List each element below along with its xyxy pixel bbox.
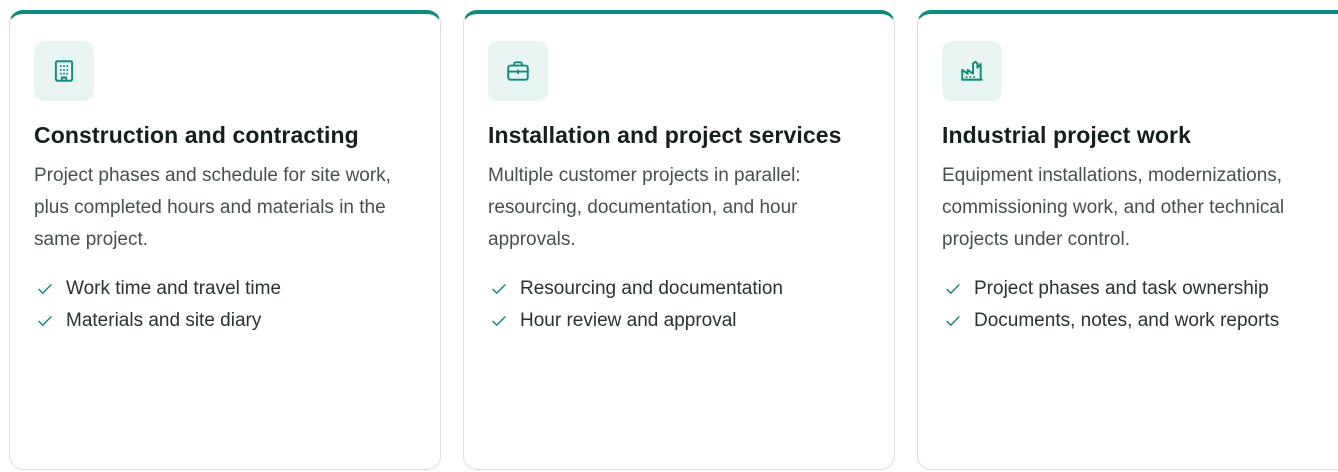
- building-icon: [34, 41, 94, 101]
- feature-list: Project phases and task ownership Docume…: [942, 276, 1332, 334]
- card-title: Construction and contracting: [34, 122, 359, 148]
- feature-text: Project phases and task ownership: [974, 278, 1269, 299]
- feature-text: Work time and travel time: [66, 278, 282, 299]
- feature-item: Work time and travel time: [34, 276, 416, 302]
- check-icon: [488, 276, 510, 302]
- industry-card-industrial: Industrial project work Equipment instal…: [917, 10, 1338, 470]
- factory-icon: [942, 41, 1002, 101]
- check-icon: [942, 276, 964, 302]
- feature-text: Resourcing and documentation: [520, 278, 784, 299]
- briefcase-icon: [488, 41, 548, 101]
- feature-item: Documents, notes, and work reports: [942, 308, 1332, 334]
- feature-item: Project phases and task ownership: [942, 276, 1332, 302]
- feature-text: Hour review and approval: [520, 310, 737, 331]
- check-icon: [942, 308, 964, 334]
- feature-list: Work time and travel time Materials and …: [34, 276, 416, 334]
- industry-card-construction: Construction and contracting Project pha…: [9, 10, 441, 470]
- feature-item: Materials and site diary: [34, 308, 416, 334]
- feature-text: Materials and site diary: [66, 310, 262, 331]
- check-icon: [34, 276, 56, 302]
- industry-cards: Construction and contracting Project pha…: [0, 0, 1338, 472]
- card-title: Installation and project services: [488, 122, 842, 148]
- industry-card-installation: Installation and project services Multip…: [463, 10, 895, 470]
- card-description: Equipment installations, modernizations,…: [942, 165, 1285, 250]
- feature-item: Hour review and approval: [488, 308, 870, 334]
- card-title: Industrial project work: [942, 122, 1191, 148]
- feature-text: Documents, notes, and work reports: [974, 310, 1280, 331]
- feature-item: Resourcing and documentation: [488, 276, 870, 302]
- check-icon: [488, 308, 510, 334]
- check-icon: [34, 308, 56, 334]
- card-description: Multiple customer projects in parallel: …: [488, 165, 801, 250]
- card-description: Project phases and schedule for site wor…: [34, 165, 391, 250]
- feature-list: Resourcing and documentation Hour review…: [488, 276, 870, 334]
